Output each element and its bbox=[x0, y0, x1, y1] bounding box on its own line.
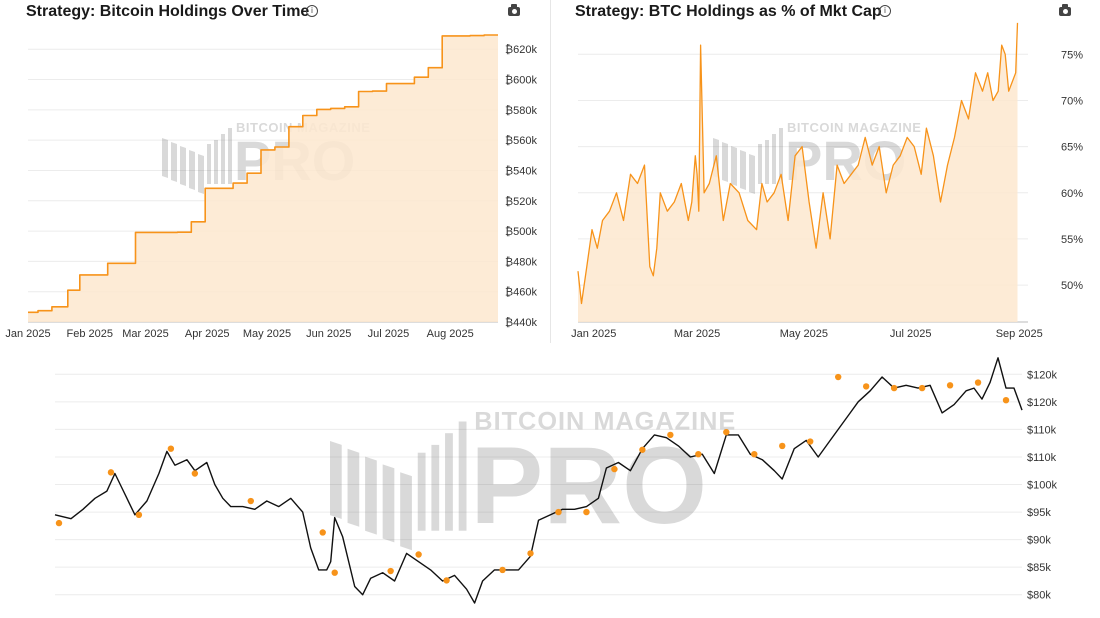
pct-mktcap-panel: Strategy: BTC Holdings as % of Mkt Cap i… bbox=[551, 0, 1100, 345]
purchase-point bbox=[695, 451, 702, 458]
x-tick-label: Feb 2025 bbox=[66, 328, 112, 340]
y-tick-label: ₿500k bbox=[505, 226, 537, 238]
y-tick-label: 60% bbox=[1061, 188, 1083, 200]
purchase-point bbox=[918, 384, 926, 392]
holdings-panel: Strategy: Bitcoin Holdings Over Time i ₿… bbox=[0, 0, 550, 345]
purchase-point bbox=[167, 445, 175, 452]
watermark: BITCOIN MAGAZINEPRO bbox=[330, 407, 735, 551]
x-tick-label: Mar 2025 bbox=[122, 328, 168, 340]
y-tick-label: ₿600k bbox=[505, 75, 537, 87]
purchase-point bbox=[555, 508, 562, 516]
y-tick-label: ₿620k bbox=[505, 44, 537, 56]
y-tick-label: $85k bbox=[1027, 562, 1051, 574]
x-tick-label: Jan 2025 bbox=[571, 328, 616, 340]
y-tick-label: ₿460k bbox=[505, 287, 537, 299]
purchase-point bbox=[667, 431, 674, 439]
x-tick-label: May 2025 bbox=[243, 328, 291, 340]
pct-chart: 50% 55% 60% 65% 70% 75% Jan 2025 Mar 2025 May 20… bbox=[571, 22, 1083, 340]
y-tick-label: $120k bbox=[1027, 397, 1057, 409]
purchase-point bbox=[862, 383, 870, 390]
btc-price-panel: $80k $85k $90k $95k $100k $110k $110k $120k $120… bbox=[0, 345, 1100, 618]
y-tick-label: 70% bbox=[1061, 95, 1083, 107]
purchase-point bbox=[319, 529, 326, 536]
y-tick-label: ₿440k bbox=[505, 317, 537, 329]
y-tick-label: $100k bbox=[1027, 480, 1057, 492]
purchase-point bbox=[247, 497, 254, 505]
x-tick-label: Jan 2025 bbox=[5, 328, 50, 340]
y-tick-label: 55% bbox=[1061, 234, 1083, 246]
purchase-point bbox=[890, 384, 898, 392]
y-tick-label: 75% bbox=[1061, 49, 1083, 61]
y-tick-label: 50% bbox=[1061, 280, 1083, 292]
y-tick-label: ₿520k bbox=[505, 196, 537, 208]
x-tick-label: May 2025 bbox=[780, 328, 828, 340]
x-tick-label: Sep 2025 bbox=[996, 328, 1043, 340]
purchase-point bbox=[1002, 396, 1010, 404]
purchase-point bbox=[611, 465, 618, 473]
purchase-point bbox=[723, 428, 730, 436]
y-tick-label: $110k bbox=[1027, 452, 1057, 464]
y-tick-label: ₿480k bbox=[505, 256, 537, 268]
holdings-chart: ₿440k ₿460k ₿480k ₿500k ₿520k ₿540k ₿560k ₿580k… bbox=[5, 34, 537, 340]
y-tick-label: 65% bbox=[1061, 142, 1083, 154]
y-tick-label: $120k bbox=[1027, 369, 1057, 381]
series-area bbox=[578, 22, 1018, 323]
purchase-point bbox=[527, 550, 534, 557]
purchase-point bbox=[834, 373, 842, 381]
y-tick-label: ₿540k bbox=[505, 165, 537, 177]
purchase-point bbox=[751, 451, 758, 458]
purchase-point bbox=[55, 519, 63, 527]
y-tick-label: $90k bbox=[1027, 535, 1051, 547]
svg-text:PRO: PRO bbox=[470, 425, 707, 547]
purchase-point bbox=[974, 379, 982, 386]
series-area bbox=[28, 35, 498, 322]
purchase-point bbox=[415, 551, 422, 558]
purchase-point bbox=[499, 566, 506, 574]
purchase-point bbox=[443, 577, 450, 584]
purchase-point bbox=[779, 442, 786, 450]
purchase-point bbox=[387, 567, 394, 575]
purchase-point bbox=[331, 569, 338, 576]
btc-price-chart: $80k $85k $90k $95k $100k $110k $110k $120k $120… bbox=[54, 357, 1057, 604]
purchase-point bbox=[191, 470, 199, 477]
y-tick-label: $110k bbox=[1027, 424, 1057, 436]
x-tick-label: Mar 2025 bbox=[674, 328, 720, 340]
y-tick-label: ₿580k bbox=[505, 105, 537, 117]
purchase-point bbox=[639, 446, 646, 453]
purchase-point bbox=[807, 438, 814, 445]
x-tick-label: Aug 2025 bbox=[427, 328, 474, 340]
purchase-point bbox=[946, 382, 954, 389]
x-tick-label: Jul 2025 bbox=[368, 328, 410, 340]
y-tick-label: $95k bbox=[1027, 507, 1051, 519]
purchase-point bbox=[583, 508, 590, 516]
x-tick-label: Jun 2025 bbox=[306, 328, 351, 340]
x-tick-label: Jul 2025 bbox=[890, 328, 932, 340]
purchase-point bbox=[107, 469, 115, 476]
purchase-point bbox=[135, 511, 143, 519]
y-tick-label: $80k bbox=[1027, 590, 1051, 602]
x-tick-label: Apr 2025 bbox=[185, 328, 230, 340]
y-tick-label: ₿560k bbox=[505, 135, 537, 147]
